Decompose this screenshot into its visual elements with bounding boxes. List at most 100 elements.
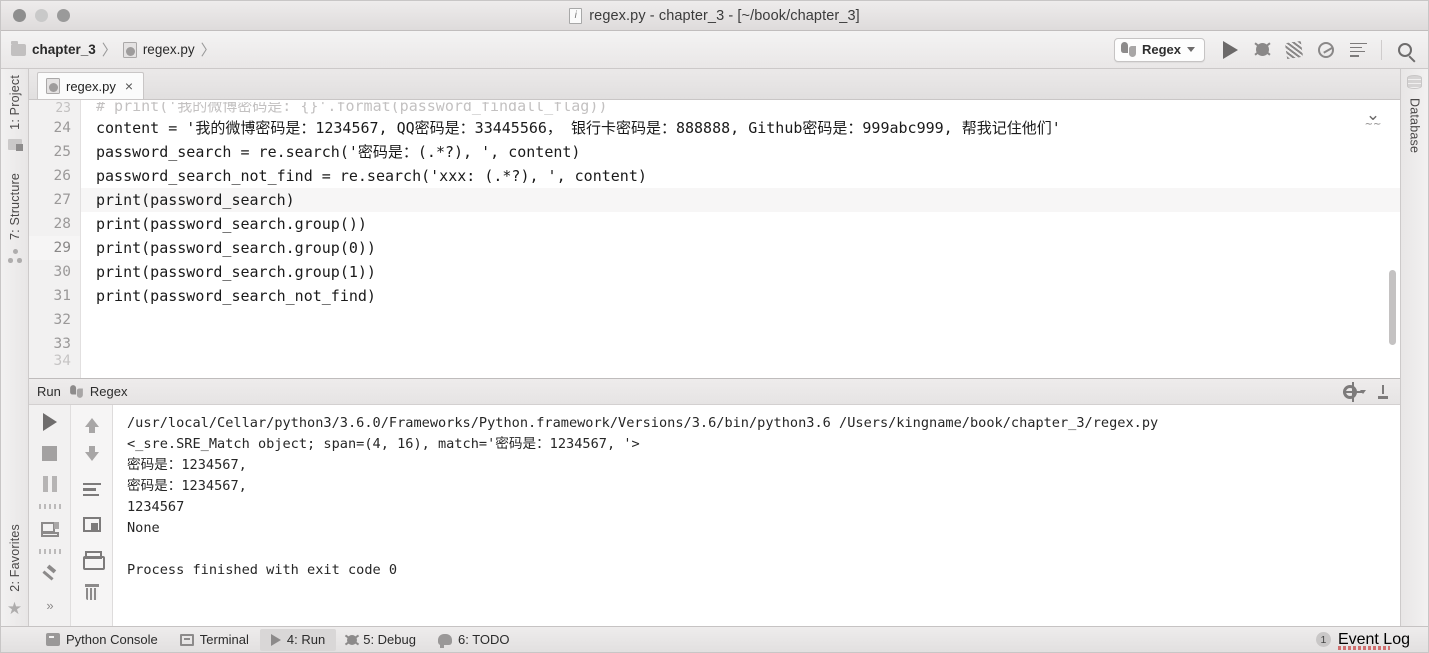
console-line: /usr/local/Cellar/python3/3.6.0/Framewor… [127,415,1159,431]
layout-icon [40,521,59,537]
debug-button[interactable] [1247,35,1277,65]
breadcrumb-project[interactable]: chapter_3 [11,40,96,57]
soft-wrap-button[interactable] [80,513,104,535]
minimize-window-button[interactable] [35,9,48,22]
search-icon [1398,42,1412,57]
lines-icon [1349,42,1367,57]
console-line: <_sre.SRE_Match object; span=(4, 16), ma… [127,436,640,452]
status-bar: Python Console Terminal 4: Run 5: Debug … [1,626,1428,652]
breadcrumb-separator-icon: 〉 [200,42,216,59]
run-header-actions [1343,381,1400,402]
navigation-bar: chapter_3 〉 regex.py 〉 Regex [1,31,1428,69]
print-icon [82,550,105,570]
python-logo-icon [69,385,83,398]
line-number: 30 [53,264,71,280]
code-text-area[interactable]: # print('我的微博密码是: {}'.format(password_fi… [81,100,1400,378]
pause-icon [42,476,57,492]
run-with-coverage-button[interactable] [1279,35,1309,65]
line-number: 31 [53,288,71,304]
profile-button[interactable] [1311,35,1341,65]
editor-scrollbar[interactable] [1389,270,1396,345]
line-number: 27 [53,192,71,208]
print-button[interactable] [80,547,105,570]
window-controls [1,9,70,22]
rerun-button[interactable] [38,411,62,433]
structure-icon [7,248,22,263]
code-line: print(password_search.group()) [96,215,367,233]
console-line: Process finished with exit code 0 [127,562,398,578]
stop-button[interactable] [38,442,62,464]
play-icon [1222,40,1238,59]
status-item-terminal[interactable]: Terminal [169,629,260,651]
run-actions-column-left: » [29,405,71,626]
expand-actions-button[interactable]: » [38,594,62,616]
main-body: 1: Project 7: Structure 2: Favorites ★ r… [1,69,1428,626]
run-actions-column-right [71,405,113,626]
line-number: 32 [53,312,71,328]
pycharm-window: i regex.py - chapter_3 - [~/book/chapter… [0,0,1429,653]
run-tool-window-header: Run Regex [29,379,1400,405]
status-item-label: Python Console [66,632,158,647]
database-icon [1407,75,1422,89]
status-item-todo[interactable]: 6: TODO [427,629,521,651]
window-title: regex.py - chapter_3 - [~/book/chapter_3… [589,7,860,24]
run-tool-window: Run Regex » /usr/local/Cellar/python3/3.… [29,378,1400,626]
sidebar-item-structure[interactable]: 7: Structure [8,167,22,246]
code-line: password_search_not_find = re.search('xx… [96,167,647,185]
python-console-icon [46,633,60,646]
filter-button[interactable] [80,479,104,501]
line-number: 24 [53,120,71,136]
code-line: content = '我的微博密码是：1234567, QQ密码是：334455… [96,119,1061,137]
breadcrumb-file[interactable]: regex.py [122,41,195,58]
play-icon [42,413,57,431]
close-icon[interactable]: × [125,78,133,94]
code-line: print(password_search.group(0)) [96,239,376,257]
status-item-run[interactable]: 4: Run [259,628,337,651]
console-output[interactable]: /usr/local/Cellar/python3/3.6.0/Framewor… [113,405,1400,626]
close-window-button[interactable] [13,9,26,22]
status-item-label: 5: Debug [363,632,416,647]
coverage-icon [1284,40,1304,59]
attach-button[interactable] [1343,35,1373,65]
scroll-up-button[interactable] [80,411,104,433]
python-logo-icon [1120,42,1136,57]
search-everywhere-button[interactable] [1390,35,1420,65]
arrow-up-icon [84,417,99,433]
tab-regex-py[interactable]: regex.py × [37,72,145,99]
status-item-label: 4: Run [286,632,326,647]
main-toolbar: Regex [1113,35,1420,65]
console-line: None [127,520,160,536]
project-folder-icon [7,138,23,151]
filter-icon [82,482,101,498]
status-item-event-log[interactable]: Event Log [1337,631,1410,650]
title-bar: i regex.py - chapter_3 - [~/book/chapter… [1,1,1428,31]
window-title-group: i regex.py - chapter_3 - [~/book/chapter… [1,1,1428,30]
run-tab-regex[interactable]: Regex [69,384,127,399]
clear-all-button[interactable] [80,581,104,603]
zoom-window-button[interactable] [57,9,70,22]
run-button[interactable] [1215,35,1245,65]
pause-button[interactable] [38,473,62,495]
status-item-python-console[interactable]: Python Console [35,629,169,651]
chevron-down-icon [1187,47,1195,52]
status-item-label: 6: TODO [457,632,510,647]
pin-tab-button[interactable] [38,563,62,585]
code-line: # print('我的微博密码是: {}'.format(password_fi… [96,102,608,115]
code-editor[interactable]: 23 24 25 26 27 28 29 30 31 32 33 34 # pr… [29,100,1400,378]
python-file-icon: i [569,7,583,24]
hide-panel-button[interactable] [1376,384,1390,399]
breadcrumb-separator-icon: 〉 [101,42,117,59]
partially-hidden-code-line: # print('我的微博密码是: {}'.format(password_fi… [81,102,1400,116]
run-settings-button[interactable] [1343,381,1366,402]
chevron-down-icon[interactable]: ⌄ ∼∼ [1362,106,1384,130]
scroll-down-button[interactable] [80,445,104,467]
sidebar-item-project[interactable]: 1: Project [8,69,22,136]
sidebar-item-favorites[interactable]: 2: Favorites [8,518,22,598]
status-item-debug[interactable]: 5: Debug [336,629,427,651]
breadcrumb-project-label: chapter_3 [32,42,96,57]
run-configuration-selector[interactable]: Regex [1113,37,1205,62]
layout-button[interactable] [38,518,62,540]
console-line: 1234567 [127,499,185,515]
sidebar-item-database[interactable]: Database [1408,92,1422,159]
